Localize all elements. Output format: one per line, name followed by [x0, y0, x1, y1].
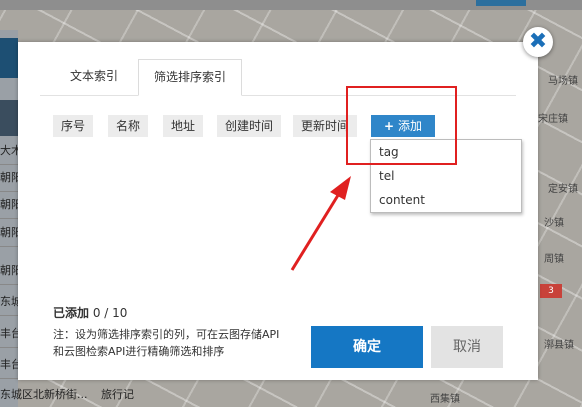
added-count-label: 已添加	[53, 306, 90, 320]
column-chip-name[interactable]: 名称	[108, 115, 149, 137]
map-place-label: 宋庄镇	[538, 114, 568, 125]
background-panel-header	[0, 38, 18, 78]
column-chip-id[interactable]: 序号	[53, 115, 94, 137]
background-panel-header-2	[0, 100, 18, 136]
map-place-label: 西集镇	[430, 394, 460, 405]
background-bottom-bar: 东城区北新桥街... 旅行记	[0, 386, 144, 402]
background-list-row: 朝阳	[0, 258, 18, 285]
annotation-highlight-box	[346, 86, 457, 165]
confirm-button[interactable]: 确定	[311, 326, 423, 368]
map-badge: 3	[540, 284, 562, 298]
background-list-row: 丰台	[0, 321, 18, 348]
background-list-row: 朝阳	[0, 192, 18, 219]
added-count: 已添加 0 / 10	[53, 304, 127, 321]
background-list-row: 丰台	[0, 352, 18, 379]
dropdown-option-content[interactable]: content	[371, 188, 521, 212]
background-list-row: 朝阳	[0, 220, 18, 247]
background-top-button	[476, 0, 526, 6]
index-settings-dialog: 文本索引 筛选排序索引 序号 名称 地址 创建时间 更新时间 + 添加 tag t…	[18, 42, 538, 380]
map-place-label: 定安镇	[548, 184, 578, 195]
background-list-row: 东城	[0, 289, 18, 316]
column-chip-address[interactable]: 地址	[163, 115, 204, 137]
close-icon[interactable]: ✖	[523, 27, 553, 57]
index-note: 注：设为筛选排序索引的列，可在云图存储API和云图检索API进行精确筛选和排序	[53, 328, 280, 358]
background-bottom-text: 东城区北新桥街...	[0, 388, 88, 401]
map-place-label: 漷县镇	[544, 340, 574, 351]
cancel-button[interactable]: 取消	[431, 326, 503, 368]
background-list-row: 大木	[0, 138, 18, 165]
dropdown-option-tel[interactable]: tel	[371, 164, 521, 188]
column-chip-created-time[interactable]: 创建时间	[217, 115, 282, 137]
tab-filter-sort-index[interactable]: 筛选排序索引	[138, 59, 242, 96]
added-count-value: 0 / 10	[92, 306, 128, 320]
map-place-label: 沙镇	[544, 218, 564, 229]
tab-text-index[interactable]: 文本索引	[54, 59, 134, 94]
map-place-label: 周镇	[544, 254, 564, 265]
background-list-row: 朝阳	[0, 165, 18, 192]
map-place-label: 马场镇	[548, 76, 578, 87]
background-top-bar	[0, 0, 582, 10]
background-bottom-text: 旅行记	[101, 388, 134, 401]
